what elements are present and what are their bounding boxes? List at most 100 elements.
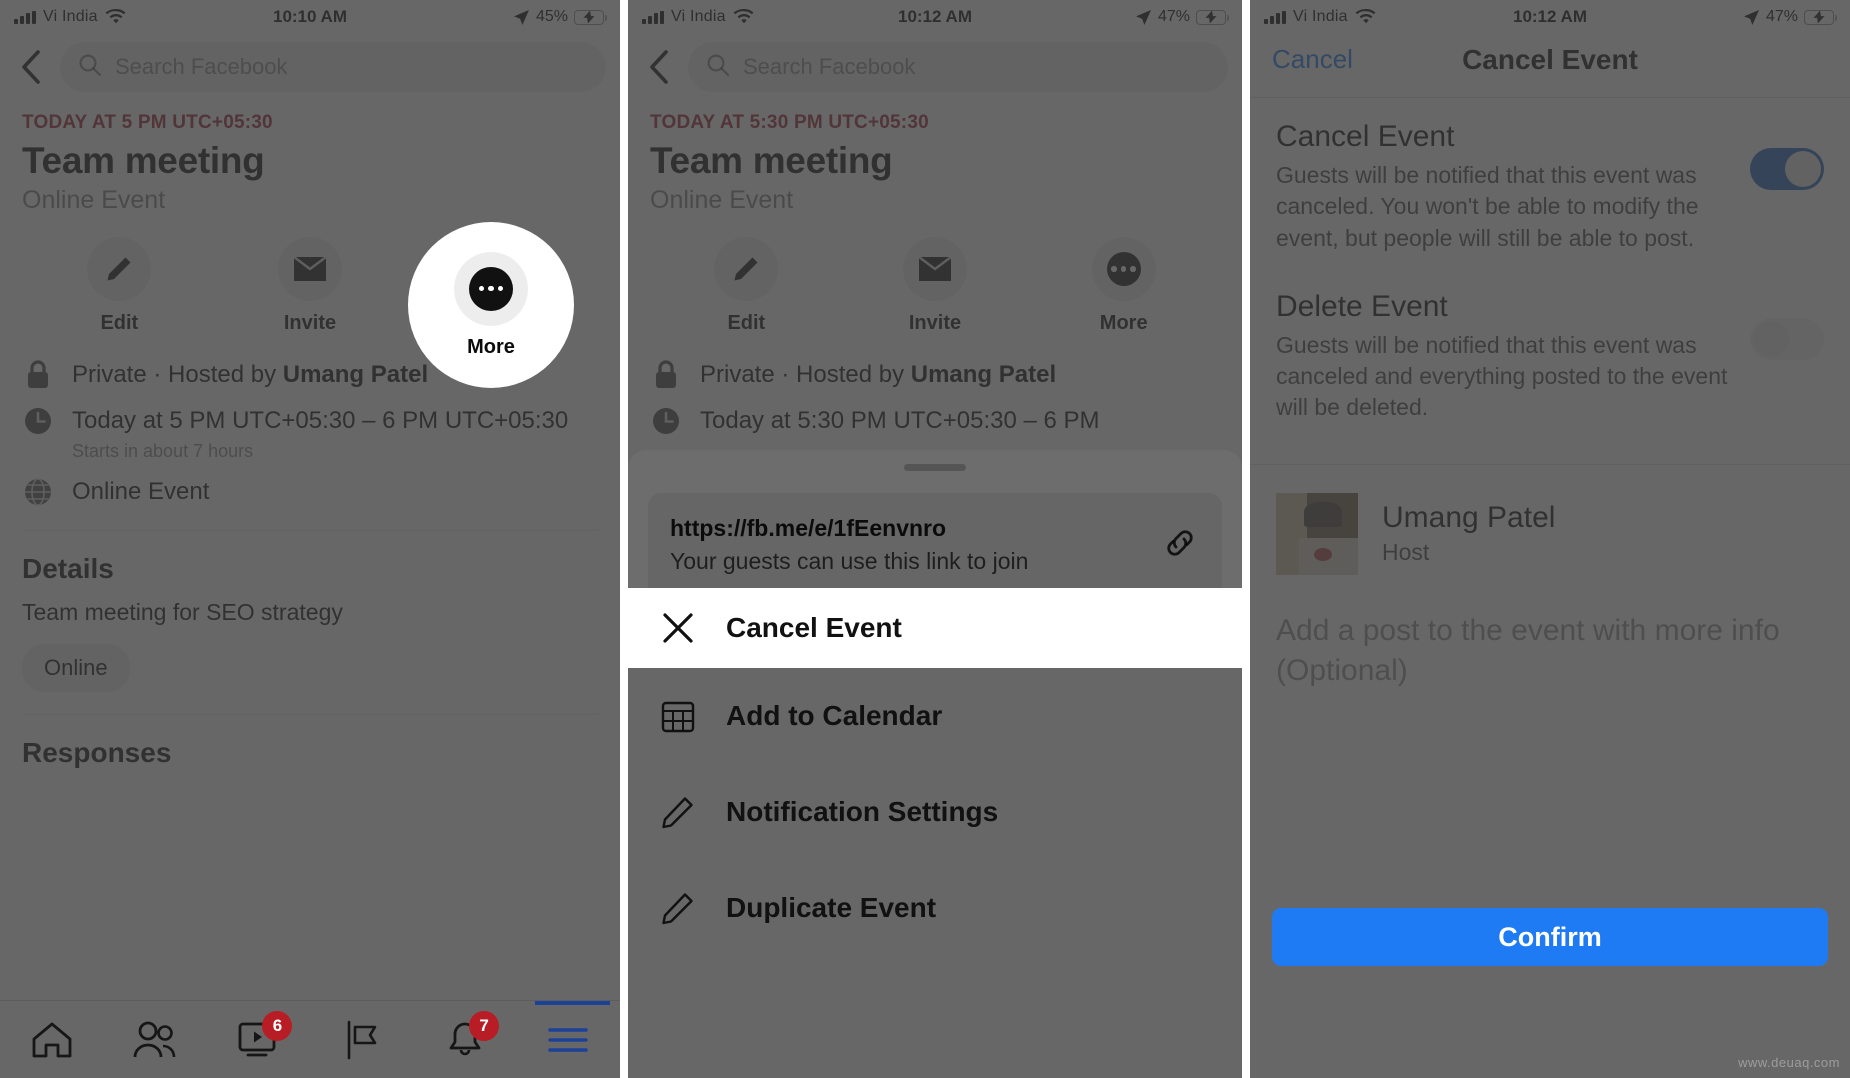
- info-time-text: Today at 5 PM UTC+05:30 – 6 PM UTC+05:30: [72, 407, 569, 434]
- sheet-grabber[interactable]: [904, 464, 966, 471]
- menu-item-cancel-event[interactable]: Cancel Event: [628, 588, 1242, 668]
- status-right: 45%: [513, 8, 607, 26]
- envelope-icon: [278, 237, 342, 301]
- location-arrow-icon: [1743, 9, 1760, 26]
- lock-icon: [650, 359, 682, 391]
- event-title: Team meeting: [22, 140, 265, 181]
- watermark: www.deuaq.com: [1738, 1055, 1840, 1070]
- action-edit-2[interactable]: Edit: [652, 237, 841, 335]
- more-button-spotlight[interactable]: More: [408, 222, 574, 388]
- menu-item-notification-settings[interactable]: Notification Settings: [628, 764, 1242, 860]
- responses-heading: Responses: [22, 736, 172, 768]
- status-bar-3: Vi India 10:12 AM 47%: [1250, 0, 1850, 34]
- event-link-text: https://fb.me/e/1fEenvnro Your guests ca…: [670, 515, 1146, 575]
- option-cancel-event: Cancel Event Guests will be notified tha…: [1250, 98, 1850, 280]
- pencil-icon: [658, 792, 698, 832]
- host-info: Umang Patel Host: [1382, 501, 1555, 566]
- menu-item-duplicate-event-label: Duplicate Event: [726, 892, 937, 923]
- back-chevron-icon[interactable]: [14, 47, 48, 87]
- flag-icon: [347, 1020, 376, 1059]
- panel-gap-2: [1242, 0, 1250, 1078]
- privacy-pre: Private · Hosted by: [72, 361, 283, 388]
- notifications-badge: 7: [469, 1011, 500, 1041]
- envelope-icon: [903, 237, 967, 301]
- cancel-event-nav-bar: Cancel Cancel Event: [1250, 34, 1850, 97]
- event-title-2: Team meeting: [650, 140, 893, 181]
- menu-item-duplicate-event[interactable]: Duplicate Event: [628, 860, 1242, 956]
- action-edit[interactable]: Edit: [24, 237, 215, 335]
- event-link-card[interactable]: https://fb.me/e/1fEenvnro Your guests ca…: [648, 493, 1222, 597]
- confirm-button[interactable]: Confirm: [1272, 908, 1828, 966]
- option-delete-event-desc: Guests will be notified that this event …: [1276, 331, 1728, 421]
- action-edit-label-2: Edit: [727, 312, 766, 334]
- status-bar-2: Vi India 10:12 AM 47%: [628, 0, 1242, 34]
- action-invite[interactable]: Invite: [215, 237, 406, 335]
- panel-gap-1: [620, 0, 628, 1078]
- action-invite-2[interactable]: Invite: [841, 237, 1030, 335]
- calendar-icon: [658, 696, 698, 736]
- search-placeholder: Search Facebook: [115, 54, 288, 79]
- clock-icon: [650, 405, 682, 437]
- event-action-row-2: Edit Invite More: [628, 215, 1242, 345]
- location-arrow-icon: [1135, 9, 1152, 26]
- info-time-text-2: Today at 5:30 PM UTC+05:30 – 6 PM: [700, 407, 1100, 434]
- screenshot-strip: Vi India 10:10 AM 45% Search Facebook TO…: [0, 0, 1850, 1078]
- event-subtitle: Online Event: [22, 186, 166, 214]
- info-row-location: Online Event: [0, 462, 620, 508]
- sidebar-item-home[interactable]: [0, 1001, 103, 1078]
- action-invite-label-2: Invite: [908, 312, 962, 334]
- panel-more-menu: Vi India 10:12 AM 47% Search Facebook TO…: [628, 0, 1242, 1078]
- sidebar-item-friends[interactable]: [103, 1001, 206, 1078]
- menu-item-notification-settings-label: Notification Settings: [726, 796, 999, 827]
- search-input[interactable]: Search Facebook: [60, 42, 606, 92]
- battery-percent-3: 47%: [1765, 8, 1798, 25]
- action-more-2[interactable]: More: [1029, 237, 1218, 335]
- toggle-cancel-event[interactable]: [1750, 148, 1824, 190]
- post-composer-input[interactable]: Add a post to the event with more info (…: [1250, 575, 1850, 692]
- sidebar-item-notifications[interactable]: 7: [413, 1001, 516, 1078]
- facebook-top-bar: Search Facebook: [0, 34, 620, 106]
- host-name: Umang Patel: [1382, 501, 1556, 535]
- battery-percent-2: 47%: [1157, 8, 1190, 25]
- back-chevron-icon[interactable]: [642, 47, 676, 87]
- details-chip-online[interactable]: Online: [22, 643, 130, 692]
- option-delete-event: Delete Event Guests will be notified tha…: [1250, 280, 1850, 450]
- search-input-2[interactable]: Search Facebook: [688, 42, 1228, 92]
- option-cancel-event-title: Cancel Event: [1276, 120, 1455, 153]
- ellipsis-icon: [1091, 237, 1156, 301]
- host-role: Host: [1382, 539, 1430, 566]
- clock-icon: [22, 405, 54, 437]
- avatar: [1276, 492, 1358, 575]
- status-right-3: 47%: [1743, 8, 1837, 26]
- event-link-sub: Your guests can use this link to join: [670, 548, 1029, 574]
- info-time-sub: Starts in about 7 hours: [72, 440, 254, 461]
- pencil-icon: [714, 237, 779, 301]
- option-cancel-event-text: Cancel Event Guests will be notified tha…: [1276, 120, 1730, 254]
- panel-cancel-event-form: Vi India 10:12 AM 47% Cancel Cancel Even…: [1250, 0, 1850, 1078]
- host-row: Umang Patel Host: [1250, 465, 1850, 575]
- globe-icon: [22, 476, 54, 508]
- sidebar-item-watch[interactable]: 6: [207, 1001, 310, 1078]
- panel-event-detail: Vi India 10:10 AM 45% Search Facebook TO…: [0, 0, 620, 1078]
- toggle-delete-event[interactable]: [1750, 317, 1824, 360]
- page-title: Cancel Event: [1462, 43, 1638, 75]
- bottom-nav-bar: 6 7: [0, 1000, 620, 1078]
- lock-icon: [22, 359, 54, 391]
- details-body: Team meeting for SEO strategy: [22, 598, 343, 625]
- pencil-icon: [658, 888, 698, 928]
- search-icon: [706, 53, 730, 82]
- hamburger-menu-icon: [548, 1027, 588, 1052]
- info-row-time: Today at 5 PM UTC+05:30 – 6 PM UTC+05:30…: [0, 391, 620, 462]
- sidebar-item-pages[interactable]: [310, 1001, 413, 1078]
- info-row-time-2: Today at 5:30 PM UTC+05:30 – 6 PM: [628, 391, 1242, 437]
- menu-item-add-to-calendar[interactable]: Add to Calendar: [628, 668, 1242, 764]
- event-link-url: https://fb.me/e/1fEenvnro: [670, 515, 947, 541]
- option-cancel-event-desc: Guests will be notified that this event …: [1276, 162, 1699, 251]
- sidebar-item-menu[interactable]: [517, 1001, 620, 1078]
- battery-charging-icon: [1196, 9, 1229, 25]
- option-delete-event-text: Delete Event Guests will be notified tha…: [1276, 290, 1730, 424]
- ellipsis-icon-highlighted: [454, 251, 528, 326]
- details-heading: Details: [22, 552, 114, 584]
- close-x-icon: [658, 608, 698, 648]
- battery-charging-icon: [1804, 9, 1837, 25]
